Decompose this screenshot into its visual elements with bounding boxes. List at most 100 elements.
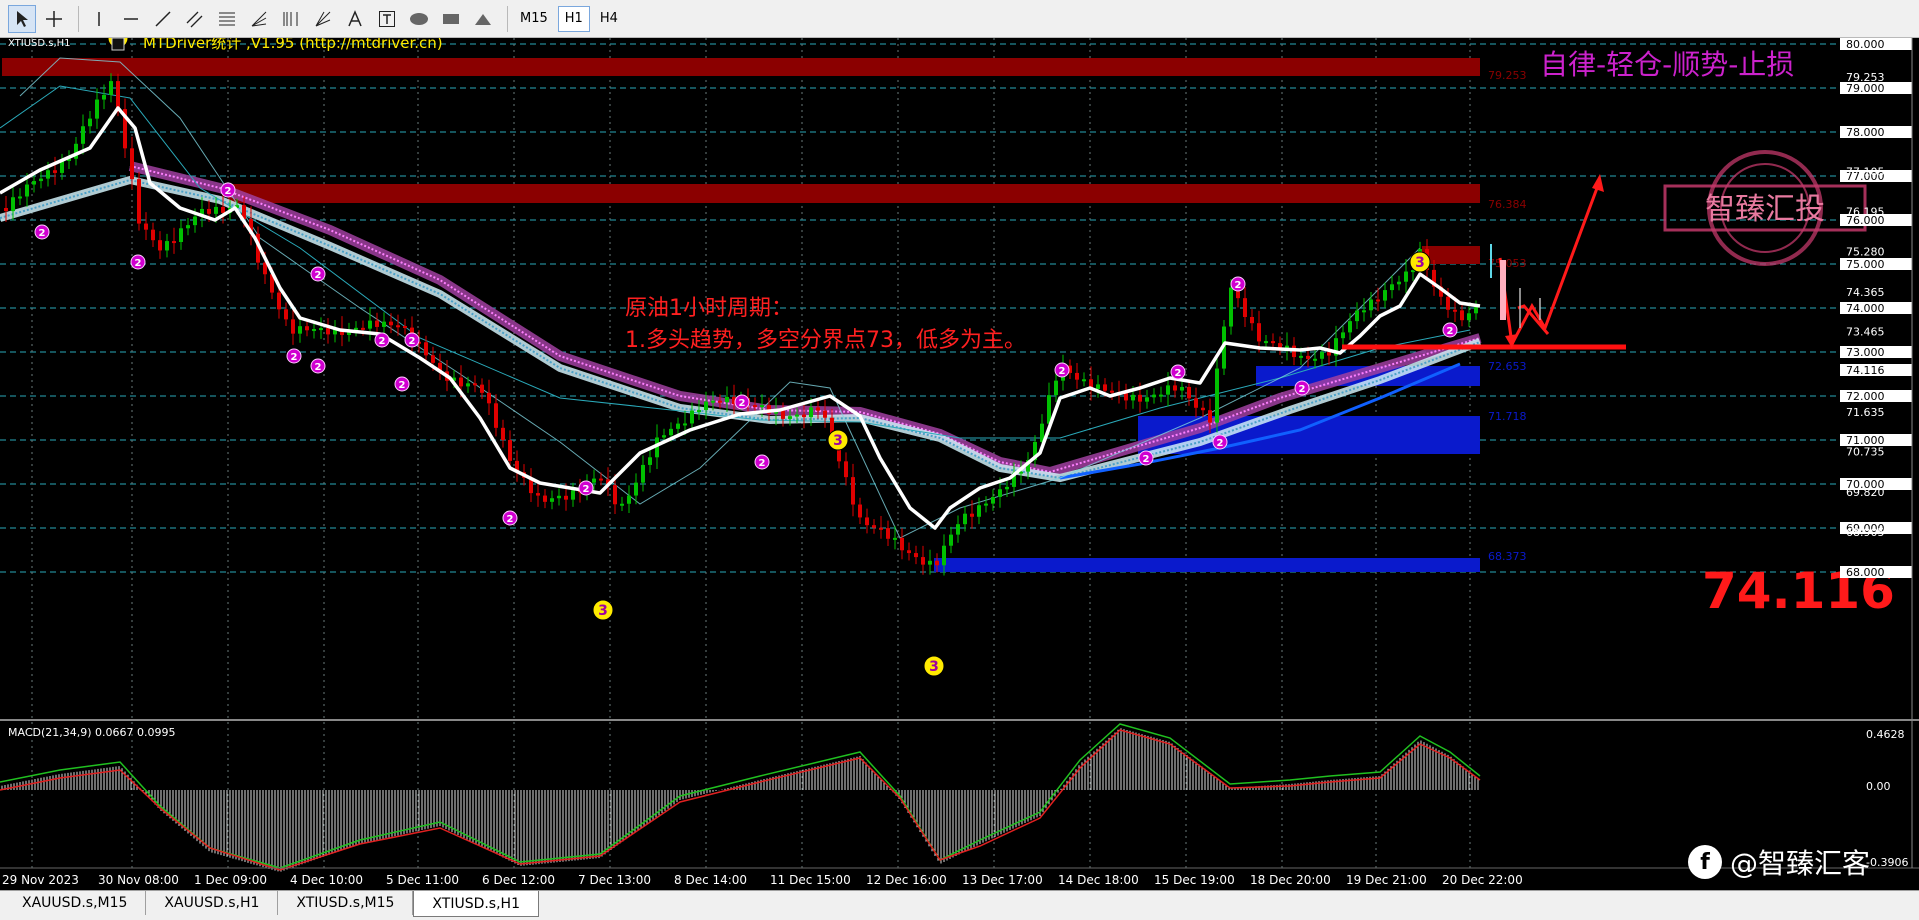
candle-body bbox=[1348, 321, 1352, 333]
candle-body bbox=[1103, 384, 1107, 391]
wave-marker-2-text: 2 bbox=[315, 270, 322, 281]
toolbar-separator bbox=[507, 5, 508, 32]
triangle-icon[interactable] bbox=[469, 5, 497, 33]
candle-body bbox=[207, 208, 211, 214]
candle-body bbox=[1124, 393, 1128, 401]
candle-body bbox=[1145, 397, 1149, 402]
candle-body bbox=[1005, 486, 1009, 490]
tab-xauusd-h1[interactable]: XAUUSD.s,H1 bbox=[146, 891, 279, 915]
price-axis-label: 73.000 bbox=[1846, 346, 1885, 359]
candle-body bbox=[193, 216, 197, 226]
fibonacci-retracement-icon[interactable] bbox=[213, 5, 241, 33]
indicator-banner: MTDriver统计 ,V1.95 (http://mtdriver.cn) bbox=[143, 38, 443, 52]
candle-body bbox=[158, 240, 162, 251]
candle-body bbox=[137, 179, 141, 224]
candle-body bbox=[221, 206, 225, 213]
chart-tabs: XAUUSD.s,M15 XAUUSD.s,H1 XTIUSD.s,M15 XT… bbox=[0, 890, 1919, 920]
candle-body bbox=[1180, 386, 1184, 391]
candle-body bbox=[1110, 390, 1114, 393]
vertical-line-icon[interactable] bbox=[85, 5, 113, 33]
wave-marker-2-text: 2 bbox=[1059, 366, 1066, 377]
candle-body bbox=[389, 321, 393, 326]
macd-axis-label: 0.4628 bbox=[1866, 728, 1905, 741]
candle-body bbox=[1194, 398, 1198, 408]
price-axis-label: 68.905 bbox=[1846, 526, 1885, 539]
candle-body bbox=[396, 325, 400, 328]
candle-body bbox=[809, 407, 813, 418]
candle-body bbox=[802, 414, 806, 418]
candle-body bbox=[781, 410, 785, 419]
candle-body bbox=[382, 321, 386, 327]
candle-body bbox=[88, 118, 92, 127]
candle-body bbox=[1243, 298, 1247, 317]
candle-body bbox=[1173, 385, 1177, 391]
price-axis-label: 74.365 bbox=[1846, 286, 1885, 299]
candle-body bbox=[326, 328, 330, 335]
candle-body bbox=[1362, 310, 1366, 313]
candle-body bbox=[284, 309, 288, 320]
candle-body bbox=[480, 384, 484, 393]
text-label-icon[interactable] bbox=[373, 5, 401, 33]
candle-body bbox=[984, 503, 988, 506]
tab-xtiusd-h1[interactable]: XTIUSD.s,H1 bbox=[413, 891, 539, 917]
candle-body bbox=[697, 410, 701, 413]
candle-body bbox=[298, 326, 302, 334]
wave-marker-2-text: 2 bbox=[1143, 454, 1150, 465]
fibonacci-fan-icon[interactable] bbox=[245, 5, 273, 33]
candle-body bbox=[1131, 394, 1135, 401]
watermark: f @智臻汇客 bbox=[1688, 842, 1870, 882]
candle-body bbox=[627, 495, 631, 504]
candle-body bbox=[144, 223, 148, 230]
timeframe-h1-button[interactable]: H1 bbox=[557, 5, 590, 32]
candle-body bbox=[1383, 290, 1387, 301]
candle-body bbox=[305, 326, 309, 331]
candle-body bbox=[32, 181, 36, 185]
zone-label: 75.053 bbox=[1488, 257, 1527, 270]
candle-body bbox=[1453, 309, 1457, 312]
gann-fan-icon[interactable] bbox=[309, 5, 337, 33]
candle-body bbox=[1138, 394, 1142, 402]
trendline-icon[interactable] bbox=[149, 5, 177, 33]
candle-body bbox=[991, 496, 995, 504]
wave-marker-2-text: 2 bbox=[1447, 326, 1454, 337]
candle-body bbox=[977, 505, 981, 517]
crosshair-icon[interactable] bbox=[40, 5, 68, 33]
wave-marker-2-text: 2 bbox=[739, 398, 746, 409]
candle-body bbox=[1250, 316, 1254, 324]
candle-body bbox=[900, 537, 904, 551]
wave-marker-2-text: 2 bbox=[1299, 384, 1306, 395]
cursor-icon[interactable] bbox=[8, 4, 36, 33]
tab-xtiusd-m15[interactable]: XTIUSD.s,M15 bbox=[278, 891, 414, 915]
candle-body bbox=[354, 327, 358, 330]
ellipse-icon[interactable] bbox=[405, 5, 433, 33]
candle-body bbox=[872, 525, 876, 528]
candle-body bbox=[564, 495, 568, 500]
horizontal-line-icon[interactable] bbox=[117, 5, 145, 33]
wave-marker-2-text: 2 bbox=[1175, 368, 1182, 379]
candle-body bbox=[690, 410, 694, 424]
candle-body bbox=[312, 329, 316, 332]
price-axis-label: 70.735 bbox=[1846, 446, 1885, 459]
candle-body bbox=[459, 377, 463, 387]
text-icon[interactable] bbox=[341, 5, 369, 33]
price-axis-label: 76.195 bbox=[1846, 205, 1885, 218]
candle-body bbox=[53, 170, 57, 173]
candle-body bbox=[1264, 341, 1268, 344]
candle-body bbox=[886, 528, 890, 539]
timeframe-h4-button[interactable]: H4 bbox=[594, 6, 624, 32]
candle-body bbox=[368, 320, 372, 329]
indicator-icon[interactable] bbox=[111, 38, 125, 51]
timeframe-m15-button[interactable]: M15 bbox=[514, 6, 554, 32]
tab-xauusd-m15[interactable]: XAUUSD.s,M15 bbox=[4, 891, 147, 915]
support-zone bbox=[934, 558, 1480, 572]
fibonacci-timezones-icon[interactable] bbox=[277, 5, 305, 33]
rectangle-icon[interactable] bbox=[437, 5, 465, 33]
zone-label: 68.373 bbox=[1488, 550, 1527, 563]
analysis-line: 1.多头趋势，多空分界点73，低多为主。 bbox=[625, 328, 1026, 353]
candle-body bbox=[375, 320, 379, 327]
equidistant-channel-icon[interactable] bbox=[181, 5, 209, 33]
resistance-zone bbox=[228, 184, 1480, 203]
resistance-zone bbox=[1422, 246, 1480, 264]
price-chart[interactable]: 79.253 76.384 75.053 72.653 71.718 68.37… bbox=[0, 38, 1919, 890]
wave-marker-2-text: 2 bbox=[507, 514, 514, 525]
